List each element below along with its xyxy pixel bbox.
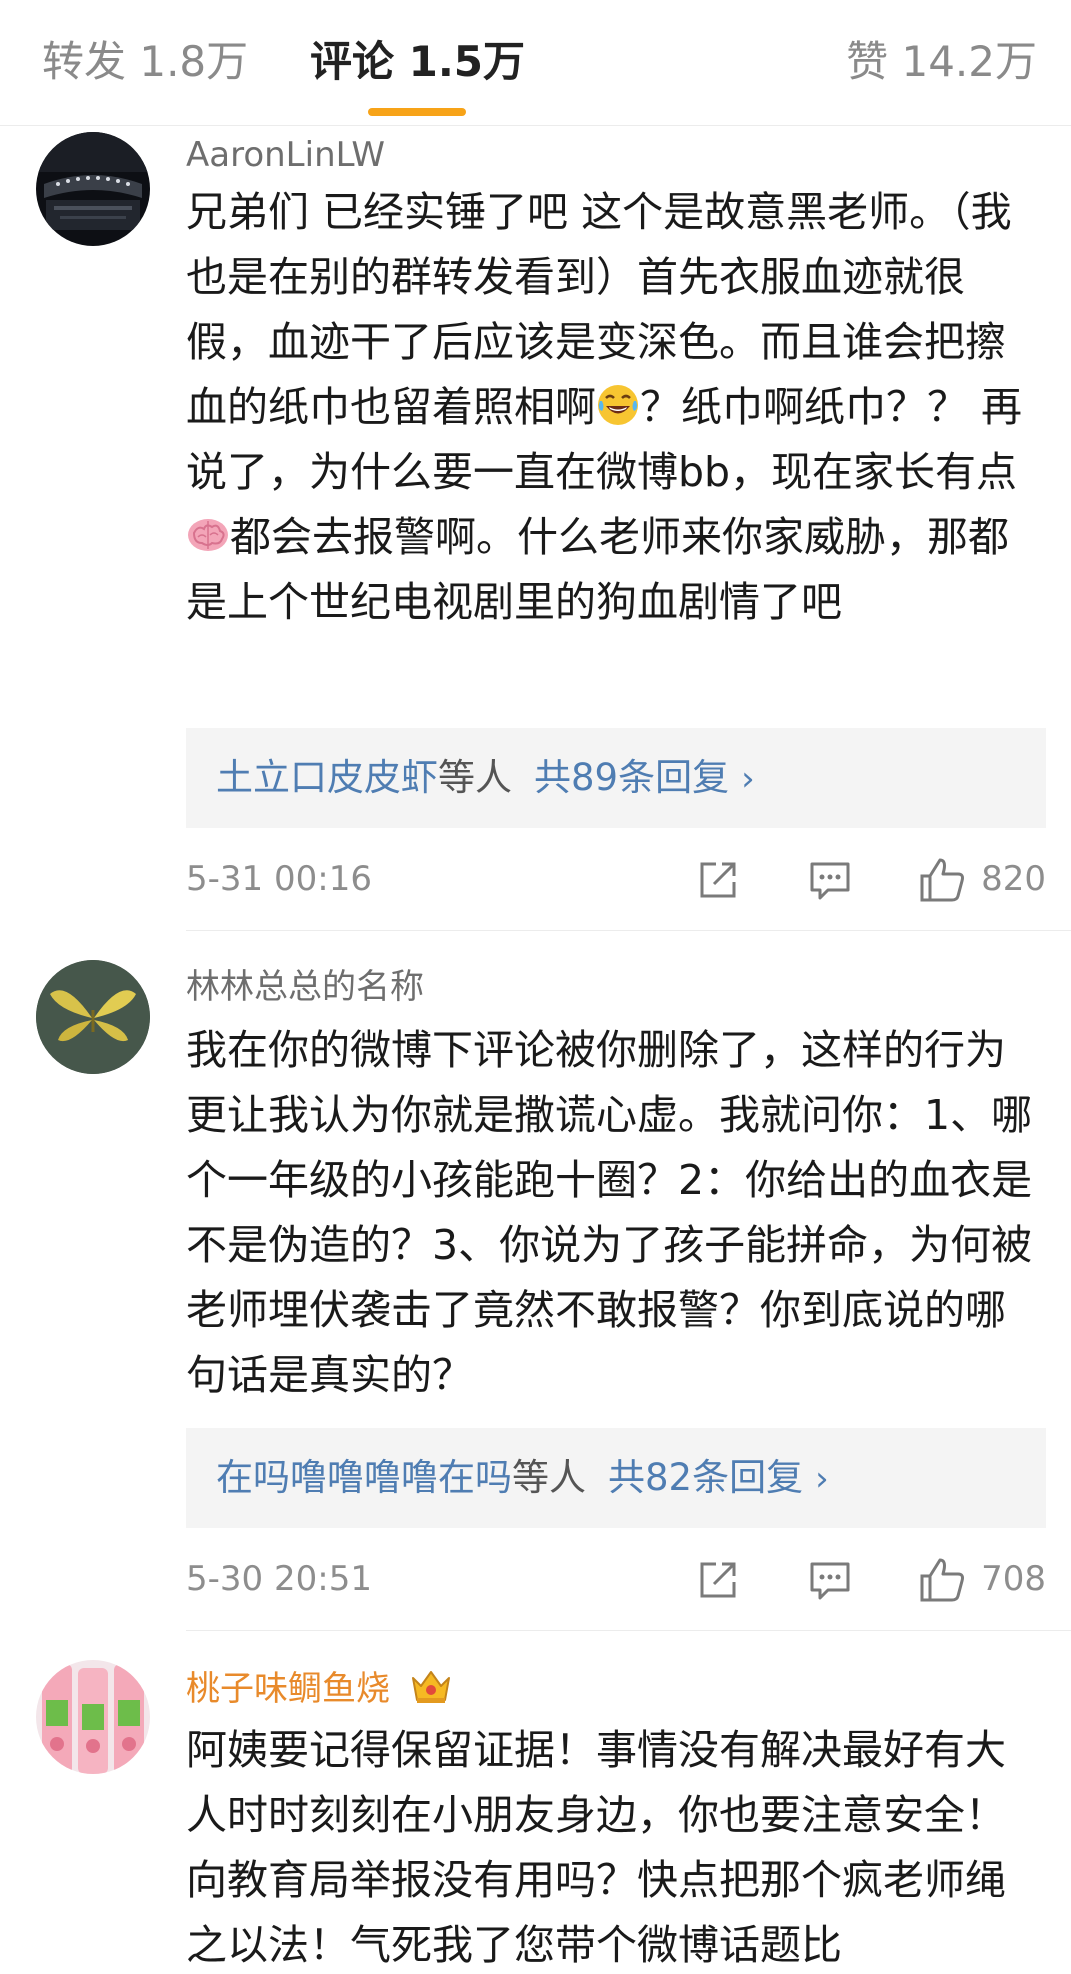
reply-user-link[interactable]: 土立口皮皮虾: [216, 756, 438, 799]
comment-icon[interactable]: [804, 854, 856, 906]
reply-user-link[interactable]: 在吗噜噜噜噜在吗: [216, 1456, 512, 1499]
comment-username[interactable]: AaronLinLW: [186, 132, 385, 178]
thumbs-up-icon[interactable]: [916, 854, 968, 906]
thumbs-up-icon[interactable]: [916, 1554, 968, 1606]
replies-preview[interactable]: 土立口皮皮虾等人 共89条回复 ›: [186, 728, 1046, 828]
comment-tabs: 转发 1.8万 评论 1.5万 赞 14.2万: [0, 0, 1071, 126]
chevron-right-icon: ›: [815, 1459, 829, 1499]
share-icon[interactable]: [692, 1554, 744, 1606]
comment-time: 5-30 20:51: [186, 1559, 372, 1599]
tab-likes[interactable]: 赞 14.2万: [846, 34, 1037, 90]
share-icon[interactable]: [692, 854, 744, 906]
like-count: 708: [981, 1559, 1046, 1599]
comment-text: 阿姨要记得保留证据！事情没有解决最好有大人时时刻刻在小朋友身边，你也要注意安全！…: [186, 1726, 1006, 1969]
replies-preview[interactable]: 在吗噜噜噜噜在吗等人 共82条回复 ›: [186, 1428, 1046, 1528]
comment-text: 兄弟们 已经实锤了吧 这个是故意黑老师。（我也是在别的群转发看到）首先衣服血迹就…: [186, 180, 1046, 635]
avatar[interactable]: [36, 1660, 150, 1774]
active-tab-indicator: [368, 108, 466, 116]
avatar[interactable]: [36, 960, 150, 1074]
comment-time: 5-31 00:16: [186, 859, 372, 899]
laughing-tears-emoji-icon: [598, 385, 638, 425]
chevron-right-icon: ›: [741, 759, 755, 799]
replies-count-link[interactable]: 共82条回复: [608, 1456, 803, 1499]
tab-repost[interactable]: 转发 1.8万: [42, 34, 248, 90]
comment-meta: 5-30 20:51 708: [186, 1550, 1046, 1610]
replies-others-label: 等人: [512, 1456, 586, 1499]
like-count: 820: [981, 859, 1046, 899]
replies-others-label: 等人: [438, 756, 512, 799]
comment-username[interactable]: 桃子味鲷鱼烧: [186, 1664, 453, 1712]
username-label[interactable]: 桃子味鲷鱼烧: [186, 1669, 390, 1709]
comment-meta: 5-31 00:16 820: [186, 850, 1046, 910]
comment-username[interactable]: 林林总总的名称: [186, 964, 424, 1010]
crown-badge-icon: [411, 1671, 450, 1703]
comment-icon[interactable]: [804, 1554, 856, 1606]
comment-text: 我在你的微博下评论被你删除了，这样的行为更让我认为你就是撒谎心虚。我就问你：1、…: [186, 1026, 1033, 1399]
comment-text-part: 都会去报警啊。什么老师来你家威胁，那都是上个世纪电视剧里的狗血剧情了吧: [186, 513, 1009, 626]
divider: [186, 1630, 1071, 1631]
tab-comments[interactable]: 评论 1.5万: [310, 34, 525, 90]
divider: [186, 930, 1071, 931]
brain-emoji-icon: [188, 519, 228, 551]
avatar[interactable]: [36, 132, 150, 246]
replies-count-link[interactable]: 共89条回复: [534, 756, 729, 799]
